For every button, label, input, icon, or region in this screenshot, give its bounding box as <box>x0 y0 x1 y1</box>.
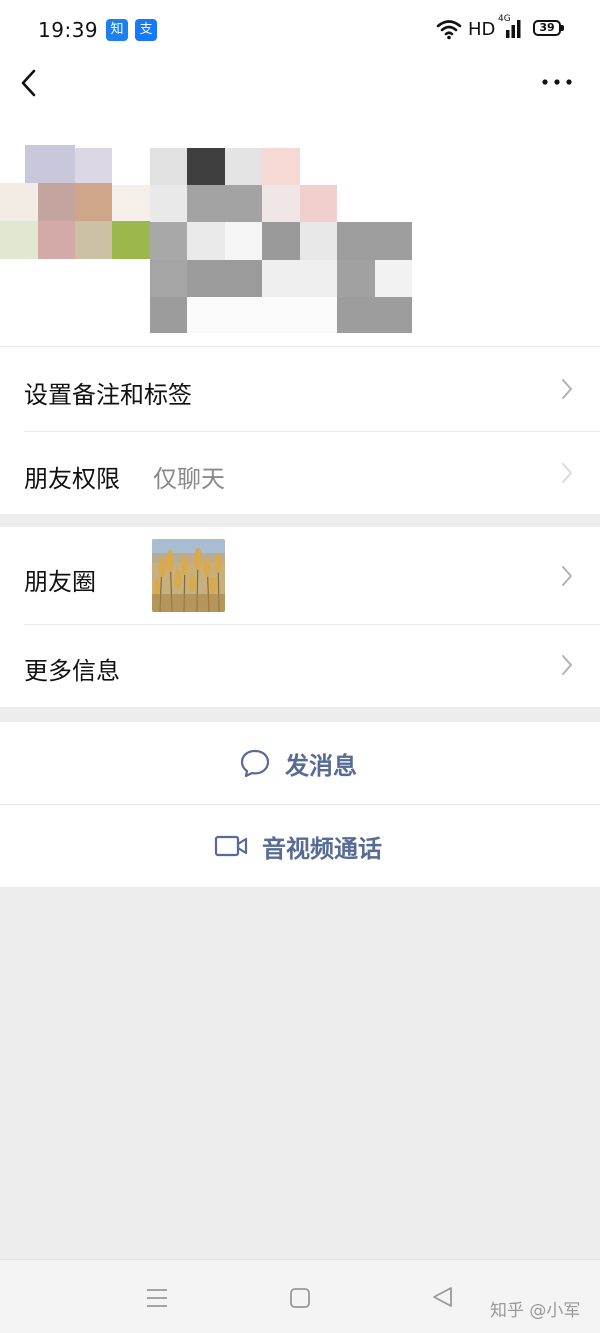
home-icon[interactable] <box>289 1287 311 1309</box>
friend-permissions-label: 朋友权限 <box>24 465 120 493</box>
more-button[interactable] <box>540 72 574 92</box>
pixelated-profile-info <box>0 140 420 335</box>
video-call-button[interactable]: 音视频通话 <box>0 805 600 887</box>
chevron-right-icon <box>562 463 572 483</box>
more-info-row[interactable]: 更多信息 <box>0 624 600 707</box>
chevron-right-icon <box>562 655 572 675</box>
moments-row[interactable]: 朋友圈 <box>0 527 600 624</box>
battery-icon: 39 <box>533 20 561 36</box>
actions-section: 发消息 音视频通话 <box>0 722 600 887</box>
alipay-app-badge-icon: 支 <box>135 19 157 41</box>
battery-tip <box>561 25 564 31</box>
battery-level: 39 <box>539 21 555 34</box>
hd-indicator: HD <box>468 19 496 40</box>
chat-bubble-icon <box>240 749 270 778</box>
menu-icon[interactable] <box>145 1288 169 1308</box>
chevron-right-icon <box>562 379 572 399</box>
send-message-label: 发消息 <box>285 751 357 780</box>
send-message-button[interactable]: 发消息 <box>0 722 600 804</box>
chevron-right-icon <box>562 566 572 586</box>
friend-permissions-row[interactable]: 朋友权限 仅聊天 <box>0 431 600 515</box>
back-button[interactable] <box>16 66 46 100</box>
moments-label: 朋友圈 <box>24 568 96 596</box>
status-time: 19:39 <box>38 18 99 42</box>
signal-icon <box>506 20 521 38</box>
video-camera-icon <box>214 835 248 857</box>
settings-section: 设置备注和标签 朋友权限 仅聊天 <box>0 346 600 514</box>
friend-permissions-value: 仅聊天 <box>153 465 225 493</box>
status-bar: 19:39 知 支 HD 4G 39 <box>0 0 600 58</box>
video-call-label: 音视频通话 <box>262 834 382 863</box>
remark-and-tags-row[interactable]: 设置备注和标签 <box>0 347 600 431</box>
moments-photo-thumbnail[interactable] <box>152 539 225 612</box>
zhihu-app-badge-icon: 知 <box>106 19 128 41</box>
moments-section: 朋友圈 更多信息 <box>0 527 600 707</box>
wifi-icon <box>436 20 462 40</box>
watermark-text: 知乎 @小军 <box>490 1301 581 1321</box>
remark-and-tags-label: 设置备注和标签 <box>24 381 192 409</box>
more-info-label: 更多信息 <box>24 657 120 685</box>
system-navigation-bar: 知乎 @小军 <box>0 1259 600 1333</box>
back-triangle-icon[interactable] <box>431 1285 455 1309</box>
